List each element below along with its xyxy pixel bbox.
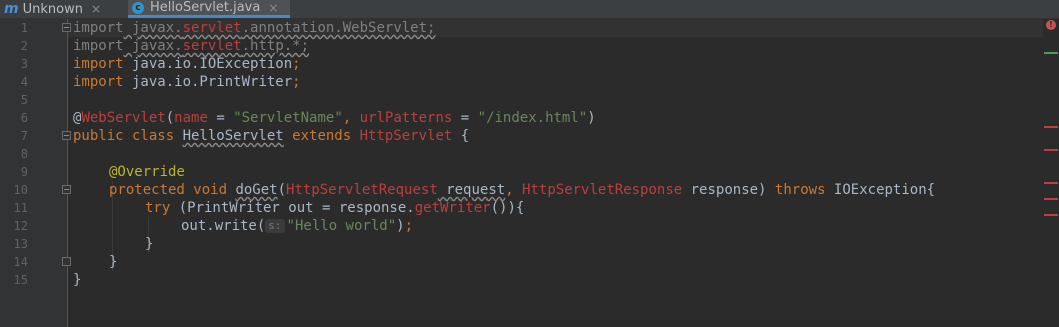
fold-marker-icon[interactable] bbox=[62, 131, 71, 140]
line-number: 7 bbox=[20, 129, 28, 143]
line-number: 4 bbox=[20, 75, 28, 89]
close-icon[interactable]: × bbox=[91, 2, 101, 16]
editor-tab-bar: m Unknown × c HelloServlet.java × bbox=[0, 0, 1059, 19]
code-line-7: public class HelloServlet extends HttpSe… bbox=[73, 128, 470, 144]
error-stripe-marker[interactable] bbox=[1044, 126, 1058, 128]
java-class-icon: c bbox=[132, 1, 144, 14]
line-number: 2 bbox=[20, 39, 28, 53]
error-stripe-marker[interactable] bbox=[1044, 214, 1058, 216]
code-line-14: } bbox=[109, 254, 118, 270]
line-number: 6 bbox=[20, 111, 28, 125]
error-stripe-marker[interactable] bbox=[1044, 52, 1058, 54]
parameter-hint: s: bbox=[265, 219, 285, 233]
tab-unknown[interactable]: m Unknown × bbox=[0, 0, 128, 18]
line-number-gutter[interactable]: 1 2 3 4 5 6 7 8 9 10 11 12 13 14 15 bbox=[0, 19, 68, 327]
error-indicator-icon[interactable]: ! bbox=[1046, 20, 1056, 30]
line-number: 11 bbox=[13, 201, 28, 215]
line-number: 1 bbox=[20, 21, 28, 35]
line-number: 5 bbox=[20, 93, 28, 107]
ide-window: m Unknown × c HelloServlet.java × 1 2 3 … bbox=[0, 0, 1059, 327]
code-line-15: } bbox=[73, 272, 82, 288]
line-number: 12 bbox=[13, 219, 28, 233]
tab-label: Unknown bbox=[22, 1, 83, 17]
line-number: 9 bbox=[20, 165, 28, 179]
code-line-12: out.write(s: "Hello world"); bbox=[181, 218, 413, 234]
code-line-9: @Override bbox=[109, 164, 185, 180]
code-line-10: protected void doGet(HttpServletRequest … bbox=[109, 182, 936, 198]
code-line-2: import javax.servlet.http.*; bbox=[73, 38, 310, 54]
line-number: 13 bbox=[13, 237, 28, 251]
fold-end-icon[interactable] bbox=[62, 257, 71, 266]
line-number: 14 bbox=[13, 255, 28, 269]
error-stripe-marker[interactable] bbox=[1044, 149, 1058, 151]
tab-label: HelloServlet.java bbox=[150, 0, 261, 15]
line-number: 10 bbox=[13, 183, 28, 197]
code-line-13: } bbox=[145, 236, 154, 252]
code-editor[interactable]: import javax.servlet.annotation.WebServl… bbox=[73, 19, 1033, 327]
close-icon[interactable]: × bbox=[268, 1, 278, 15]
error-stripe[interactable] bbox=[1043, 19, 1059, 327]
code-line-11: try (PrintWriter out = response.getWrite… bbox=[145, 200, 525, 216]
code-line-4: import java.io.PrintWriter; bbox=[73, 74, 301, 90]
code-line-6: @WebServlet(name = "ServletName", urlPat… bbox=[73, 110, 596, 126]
code-line-1: import javax.servlet.annotation.WebServl… bbox=[73, 20, 436, 36]
fold-marker-icon[interactable] bbox=[62, 23, 71, 32]
module-icon: m bbox=[4, 1, 19, 17]
code-line-3: import java.io.IOException; bbox=[73, 56, 301, 72]
tab-helloservlet[interactable]: c HelloServlet.java × bbox=[128, 0, 290, 18]
line-number: 15 bbox=[13, 273, 28, 287]
line-number: 3 bbox=[20, 57, 28, 71]
error-stripe-marker[interactable] bbox=[1044, 182, 1058, 184]
error-stripe-marker[interactable] bbox=[1044, 198, 1058, 200]
line-number: 8 bbox=[20, 147, 28, 161]
fold-marker-icon[interactable] bbox=[62, 185, 71, 194]
